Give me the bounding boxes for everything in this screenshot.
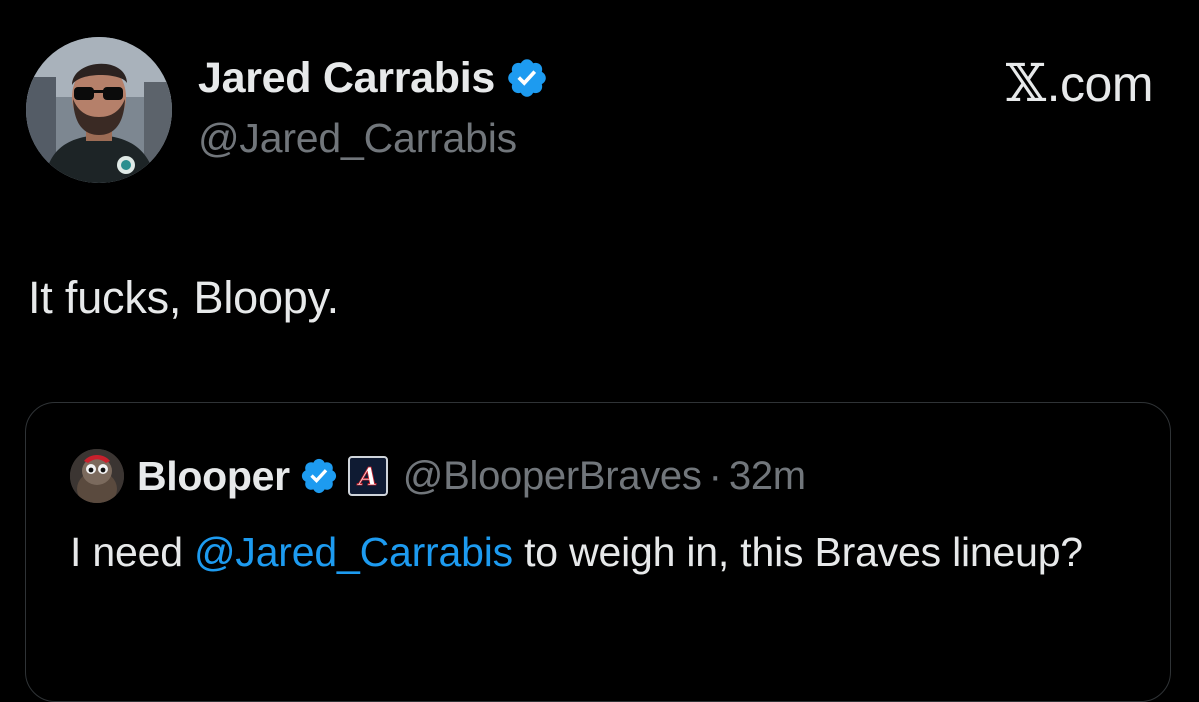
tweet-text: It fucks, Bloopy. — [28, 272, 339, 323]
quote-author-name[interactable]: Blooper — [137, 453, 290, 500]
braves-affiliate-badge-icon[interactable]: A — [347, 456, 388, 496]
author-name[interactable]: Jared Carrabis — [198, 54, 495, 103]
author-name-row[interactable]: Jared Carrabis — [198, 52, 549, 104]
author-avatar[interactable] — [26, 37, 172, 183]
verified-badge-icon — [508, 59, 546, 97]
svg-text:A: A — [356, 462, 377, 491]
quote-text-prefix: I need — [70, 529, 194, 575]
verified-badge-icon — [301, 458, 336, 494]
quote-text-suffix: to weigh in, this Braves lineup? — [512, 529, 1083, 575]
quote-timestamp[interactable]: 32m — [729, 454, 806, 499]
blooper-avatar-icon — [70, 449, 124, 503]
x-logo-icon: 𝕏 — [1005, 54, 1046, 114]
quoted-tweet-card[interactable]: Blooper A @BlooperBraves · 32m I need @J… — [25, 402, 1171, 702]
braves-logo-icon: A — [356, 462, 377, 491]
author-handle[interactable]: @Jared_Carrabis — [198, 115, 517, 162]
quote-separator: · — [708, 453, 722, 498]
brand-domain: .com — [1046, 56, 1154, 112]
mention-link[interactable]: @Jared_Carrabis — [194, 529, 513, 575]
quote-author-handle[interactable]: @BlooperBraves — [403, 454, 702, 499]
x-brand-logo: 𝕏 .com — [1005, 54, 1154, 114]
quoted-tweet-text: I need @Jared_Carrabis to weigh in, this… — [70, 525, 1150, 579]
tweet-screenshot: Jared Carrabis @Jared_Carrabis 𝕏 .com It … — [0, 0, 1199, 702]
profile-photo-icon — [26, 37, 172, 183]
quoted-tweet-header: Blooper A @BlooperBraves · 32m — [70, 448, 806, 504]
quote-author-avatar[interactable] — [70, 449, 124, 503]
